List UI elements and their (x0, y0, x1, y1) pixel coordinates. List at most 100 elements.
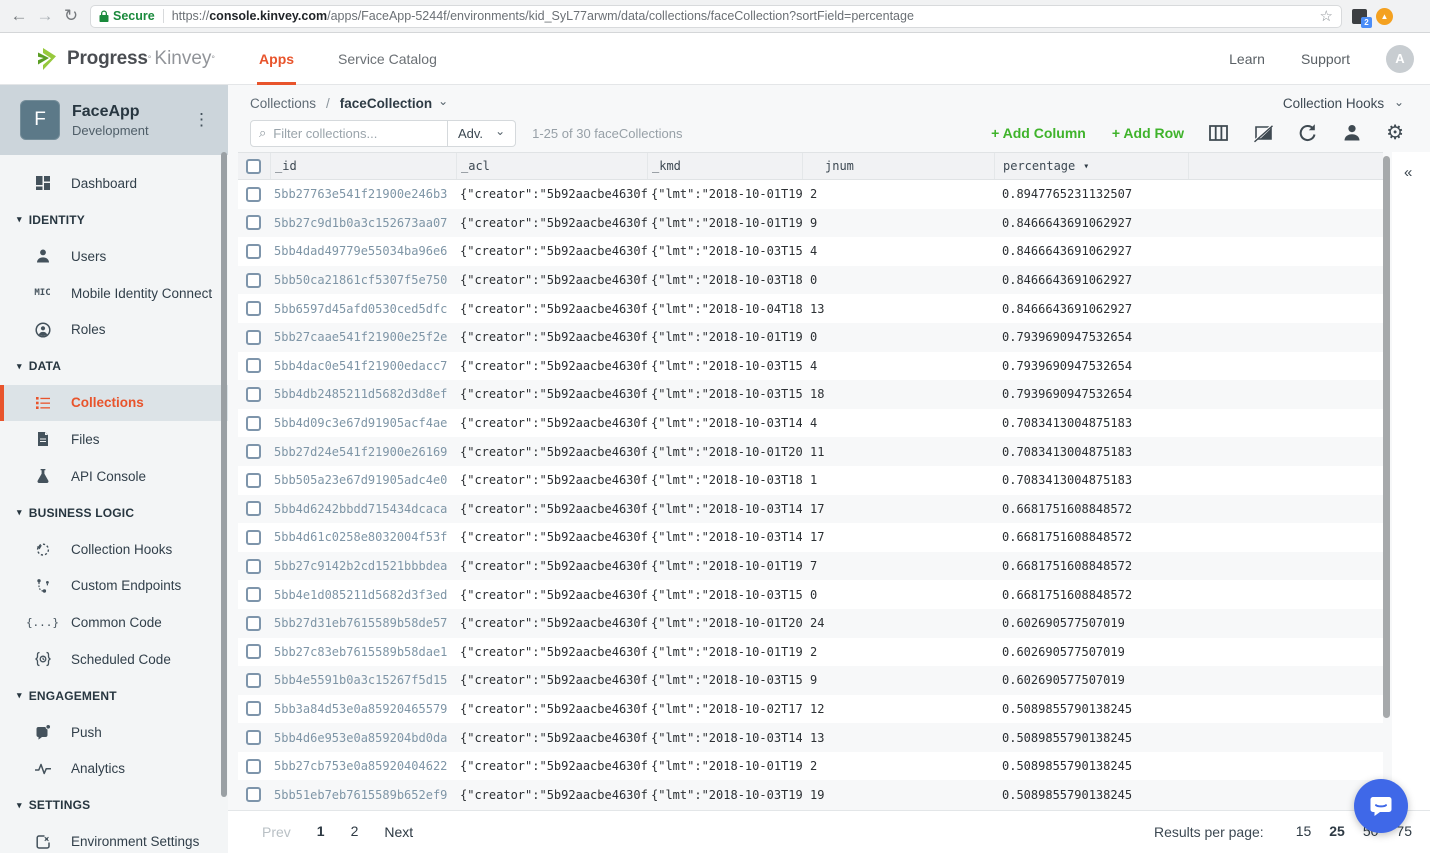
cell-id[interactable]: 5bb505a23e67d91905adc4e0 (270, 466, 456, 495)
cell-percentage[interactable]: 0.602690577507019 (994, 609, 1188, 638)
cell-acl[interactable]: {"creator":"5b92aacbe4630f3 (456, 237, 647, 266)
sidebar-section-identity[interactable]: ▾IDENTITY (0, 202, 228, 239)
cell-id[interactable]: 5bb27763e541f21900e246b3 (270, 180, 456, 209)
cell-id[interactable]: 5bb4e1d085211d5682d3f3ed (270, 580, 456, 609)
cell-jnum[interactable]: 0 (802, 580, 994, 609)
row-checkbox[interactable] (246, 358, 261, 373)
cell-acl[interactable]: {"creator":"5b92aacbe4630f3 (456, 752, 647, 781)
cell-jnum[interactable]: 0 (802, 266, 994, 295)
cell-kmd[interactable]: {"lmt":"2018-10-03T14 (647, 523, 802, 552)
cell-kmd[interactable]: {"lmt":"2018-10-03T14 (647, 495, 802, 524)
advanced-filter-button[interactable]: Adv.⌄ (448, 120, 516, 147)
cell-jnum[interactable]: 19 (802, 780, 994, 809)
cell-kmd[interactable]: {"lmt":"2018-10-03T14 (647, 409, 802, 438)
row-checkbox[interactable] (246, 444, 261, 459)
row-checkbox[interactable] (246, 644, 261, 659)
cell-acl[interactable]: {"creator":"5b92aacbe4630f3 (456, 466, 647, 495)
row-checkbox[interactable] (246, 387, 261, 402)
cell-kmd[interactable]: {"lmt":"2018-10-04T18 (647, 294, 802, 323)
cell-jnum[interactable]: 18 (802, 380, 994, 409)
cell-id[interactable]: 5bb27d31eb7615589b58de57 (270, 609, 456, 638)
cell-id[interactable]: 5bb6597d45afd0530ced5dfc (270, 294, 456, 323)
browser-forward-icon[interactable]: → (32, 6, 58, 26)
sidebar-item-analytics[interactable]: Analytics (0, 751, 228, 788)
row-checkbox[interactable] (246, 244, 261, 259)
cell-jnum[interactable]: 13 (802, 723, 994, 752)
tab-apps[interactable]: Apps (259, 33, 294, 85)
cell-id[interactable]: 5bb4e5591b0a3c15267f5d15 (270, 666, 456, 695)
secure-chip[interactable]: Secure (99, 9, 155, 23)
url-text[interactable]: https://console.kinvey.com/apps/FaceApp-… (172, 9, 1312, 23)
add-row-button[interactable]: + Add Row (1112, 125, 1184, 141)
sidebar-item-collection-hooks[interactable]: Collection Hooks (0, 531, 228, 568)
cell-percentage[interactable]: 0.602690577507019 (994, 666, 1188, 695)
cell-jnum[interactable]: 4 (802, 352, 994, 381)
cell-kmd[interactable]: {"lmt":"2018-10-03T15 (647, 352, 802, 381)
extension-icon[interactable]: 2 (1352, 9, 1367, 24)
cell-acl[interactable]: {"creator":"5b92aacbe4630f3 (456, 209, 647, 238)
cell-percentage[interactable]: 0.8466643691062927 (994, 237, 1188, 266)
per-page-option-25[interactable]: 25 (1329, 823, 1345, 839)
sidebar-item-mobile-identity-connect[interactable]: MICMobile Identity Connect (0, 275, 228, 312)
cell-percentage[interactable]: 0.5089855790138245 (994, 723, 1188, 752)
cell-percentage[interactable]: 0.602690577507019 (994, 638, 1188, 667)
cell-jnum[interactable]: 17 (802, 523, 994, 552)
sidebar-section-settings[interactable]: ▾SETTINGS (0, 787, 228, 824)
cell-jnum[interactable]: 0 (802, 323, 994, 352)
cell-kmd[interactable]: {"lmt":"2018-10-01T19 (647, 209, 802, 238)
cell-acl[interactable]: {"creator":"5b92aacbe4630f3 (456, 294, 647, 323)
cell-acl[interactable]: {"creator":"5b92aacbe4630f3 (456, 352, 647, 381)
filter-box[interactable]: ⌕ (250, 120, 448, 147)
cell-kmd[interactable]: {"lmt":"2018-10-01T19 (647, 180, 802, 209)
cell-id[interactable]: 5bb4d6e953e0a859204bd0da (270, 723, 456, 752)
cell-id[interactable]: 5bb50ca21861cf5307f5e750 (270, 266, 456, 295)
browser-back-icon[interactable]: ← (6, 6, 32, 26)
sidebar-item-users[interactable]: Users (0, 238, 228, 275)
sidebar-section-business-logic[interactable]: ▾BUSINESS LOGIC (0, 494, 228, 531)
filter-input[interactable] (273, 126, 449, 141)
cell-kmd[interactable]: {"lmt":"2018-10-01T20 (647, 609, 802, 638)
cell-kmd[interactable]: {"lmt":"2018-10-03T18 (647, 466, 802, 495)
cell-percentage[interactable]: 0.8466643691062927 (994, 294, 1188, 323)
breadcrumb-current[interactable]: faceCollection (340, 96, 432, 111)
chevron-down-icon[interactable]: ⌄ (438, 94, 448, 108)
sidebar-item-roles[interactable]: Roles (0, 311, 228, 348)
row-checkbox[interactable] (246, 530, 261, 545)
cell-id[interactable]: 5bb27c9142b2cd1521bbbdea (270, 552, 456, 581)
cell-percentage[interactable]: 0.7083413004875183 (994, 466, 1188, 495)
cell-jnum[interactable]: 13 (802, 294, 994, 323)
page-button-1[interactable]: 1 (317, 823, 325, 839)
column-header-acl[interactable]: _acl (456, 153, 647, 179)
row-checkbox[interactable] (246, 587, 261, 602)
cell-kmd[interactable]: {"lmt":"2018-10-03T15 (647, 380, 802, 409)
cell-kmd[interactable]: {"lmt":"2018-10-01T19 (647, 638, 802, 667)
cell-acl[interactable]: {"creator":"5b92aacbe4630f3 (456, 409, 647, 438)
cell-id[interactable]: 5bb4d61c0258e8032004f53f (270, 523, 456, 552)
column-header-jnum[interactable]: jnum (802, 153, 994, 179)
cell-percentage[interactable]: 0.5089855790138245 (994, 752, 1188, 781)
bookmark-star-icon[interactable]: ☆ (1320, 7, 1333, 25)
cell-percentage[interactable]: 0.6681751608848572 (994, 523, 1188, 552)
cell-acl[interactable]: {"creator":"5b92aacbe4630f3 (456, 323, 647, 352)
sidebar-item-dashboard[interactable]: Dashboard (0, 165, 228, 202)
sidebar-item-environment-settings[interactable]: Environment Settings (0, 824, 228, 860)
per-page-option-15[interactable]: 15 (1296, 823, 1312, 839)
cell-acl[interactable]: {"creator":"5b92aacbe4630f3 (456, 380, 647, 409)
cell-id[interactable]: 5bb51eb7eb7615589b652ef9 (270, 780, 456, 809)
cell-id[interactable]: 5bb4d09c3e67d91905acf4ae (270, 409, 456, 438)
cell-kmd[interactable]: {"lmt":"2018-10-03T19 (647, 780, 802, 809)
collection-hooks-link[interactable]: Collection Hooks ⌄ (1283, 96, 1404, 111)
cell-kmd[interactable]: {"lmt":"2018-10-03T14 (647, 723, 802, 752)
cell-kmd[interactable]: {"lmt":"2018-10-01T19 (647, 552, 802, 581)
cell-percentage[interactable]: 0.8466643691062927 (994, 266, 1188, 295)
cell-kmd[interactable]: {"lmt":"2018-10-03T15 (647, 580, 802, 609)
cell-id[interactable]: 5bb27c83eb7615589b58dae1 (270, 638, 456, 667)
sidebar-section-data[interactable]: ▾DATA (0, 348, 228, 385)
row-checkbox[interactable] (246, 501, 261, 516)
kebab-menu-icon[interactable]: ⋮ (187, 108, 216, 132)
page-button-2[interactable]: 2 (351, 823, 359, 839)
browser-reload-icon[interactable]: ↻ (58, 6, 84, 26)
gear-icon[interactable]: ⚙ (1386, 123, 1404, 143)
cell-kmd[interactable]: {"lmt":"2018-10-03T18 (647, 266, 802, 295)
cell-kmd[interactable]: {"lmt":"2018-10-03T15 (647, 666, 802, 695)
